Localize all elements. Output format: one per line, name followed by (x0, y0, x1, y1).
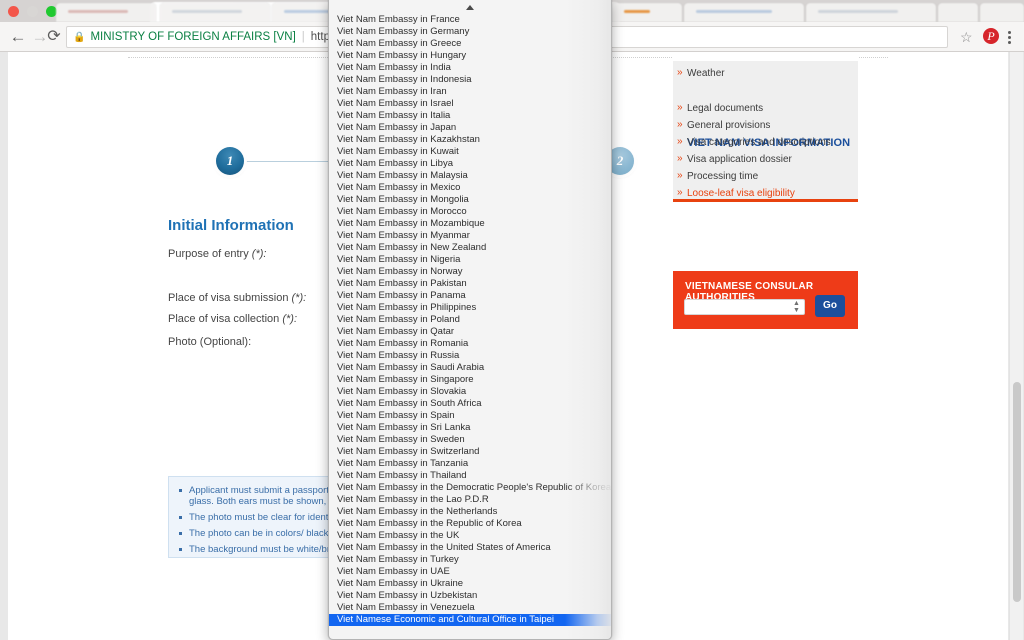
dropdown-option[interactable]: Viet Nam Embassy in Singapore (329, 374, 611, 386)
browser-tab[interactable] (684, 3, 804, 22)
label-photo-optional: Photo (Optional): (168, 336, 252, 348)
consular-authorities-box: VIETNAMESE CONSULAR AUTHORITIES ▲ ▼ Go (673, 271, 858, 329)
pinterest-extension-icon[interactable]: P (983, 28, 999, 44)
dropdown-option[interactable]: Viet Nam Embassy in Israel (329, 98, 611, 110)
dropdown-option[interactable]: Viet Nam Embassy in Iran (329, 86, 611, 98)
dropdown-option[interactable]: Viet Nam Embassy in Romania (329, 338, 611, 350)
secure-site-name: MINISTRY OF FOREIGN AFFAIRS [VN] (90, 31, 296, 43)
dropdown-option[interactable]: Viet Nam Embassy in Thailand (329, 470, 611, 482)
sidebar-item-loose-leaf-visa-eligibility[interactable]: Loose-leaf visa eligibility (677, 187, 795, 199)
browser-tab[interactable] (612, 3, 682, 22)
dropdown-option[interactable]: Viet Nam Embassy in Indonesia (329, 74, 611, 86)
dropdown-option[interactable]: Viet Nam Embassy in Mozambique (329, 218, 611, 230)
dropdown-option[interactable]: Viet Nam Embassy in Philippines (329, 302, 611, 314)
back-icon[interactable]: ← (8, 27, 28, 47)
sidebar-item-processing-time[interactable]: Processing time (677, 170, 758, 182)
dropdown-option[interactable]: Viet Nam Embassy in Japan (329, 122, 611, 134)
sidebar-item-visa-categories[interactable]: Visa categories and descriptions (677, 136, 831, 148)
dropdown-option[interactable]: Viet Nam Embassy in France (329, 14, 611, 26)
dropdown-option[interactable]: Viet Nam Embassy in New Zealand (329, 242, 611, 254)
minimize-window-button[interactable] (27, 6, 38, 17)
dropdown-option[interactable]: Viet Nam Embassy in Pakistan (329, 278, 611, 290)
page-title: Initial Information (168, 217, 294, 234)
dropdown-option[interactable]: Viet Nam Embassy in South Africa (329, 398, 611, 410)
dropdown-option[interactable]: Viet Nam Embassy in India (329, 62, 611, 74)
sidebar-panel: Culture and traditions Weather VIET NAM … (673, 52, 858, 202)
new-tab-button[interactable] (938, 3, 978, 22)
dropdown-option[interactable]: Viet Nam Embassy in Poland (329, 314, 611, 326)
dropdown-option[interactable]: Viet Nam Embassy in Ukraine (329, 578, 611, 590)
window-traffic-lights[interactable] (8, 6, 57, 17)
scroll-up-triangle-icon (466, 5, 474, 10)
dropdown-option[interactable]: Viet Nam Embassy in Kuwait (329, 146, 611, 158)
consular-authority-select[interactable]: ▲ ▼ (684, 299, 805, 315)
dropdown-option[interactable]: Viet Nam Embassy in Libya (329, 158, 611, 170)
browser-tab[interactable] (56, 3, 156, 22)
dropdown-scroll-up-button[interactable] (329, 0, 611, 14)
omnibox-divider: | (301, 31, 305, 43)
browser-tab[interactable] (160, 3, 270, 22)
dropdown-option[interactable]: Viet Nam Embassy in Norway (329, 266, 611, 278)
dropdown-option[interactable]: Viet Nam Embassy in Malaysia (329, 170, 611, 182)
dropdown-option[interactable]: Viet Nam Embassy in Qatar (329, 326, 611, 338)
dropdown-option[interactable]: Viet Nam Embassy in Sri Lanka (329, 422, 611, 434)
dropdown-option[interactable]: Viet Nam Embassy in UAE (329, 566, 611, 578)
dropdown-option[interactable]: Viet Nam Embassy in Sweden (329, 434, 611, 446)
place-of-visa-submission-dropdown[interactable]: Viet Nam Embassy in France Viet Nam Embas… (328, 0, 612, 640)
scrollbar-thumb[interactable] (1013, 382, 1021, 602)
dropdown-option[interactable]: Viet Nam Embassy in the Lao P.D.R (329, 494, 611, 506)
sidebar-item-general-provisions[interactable]: General provisions (677, 119, 770, 131)
dropdown-option[interactable]: Viet Nam Embassy in Uzbekistan (329, 590, 611, 602)
dropdown-option[interactable]: Viet Nam Embassy in Mongolia (329, 194, 611, 206)
dropdown-option[interactable]: Viet Nam Embassy in the Netherlands (329, 506, 611, 518)
dropdown-option[interactable]: Viet Nam Embassy in Myanmar (329, 230, 611, 242)
browser-tab-active[interactable] (806, 3, 936, 22)
dropdown-option[interactable]: Viet Nam Embassy in Venezuela (329, 602, 611, 614)
sidebar-item-legal-documents[interactable]: Legal documents (677, 102, 763, 114)
dropdown-option[interactable]: Viet Nam Embassy in Germany (329, 26, 611, 38)
dropdown-option[interactable]: Viet Nam Embassy in the Republic of Kore… (329, 518, 611, 530)
dropdown-option[interactable]: Viet Nam Embassy in Nigeria (329, 254, 611, 266)
dropdown-option[interactable]: Viet Nam Embassy in Panama (329, 290, 611, 302)
dropdown-option[interactable]: Viet Nam Embassy in the UK (329, 530, 611, 542)
dropdown-option[interactable]: Viet Nam Embassy in Mexico (329, 182, 611, 194)
dropdown-option[interactable]: Viet Nam Embassy in Hungary (329, 50, 611, 62)
page-gutter-left (0, 52, 8, 640)
dropdown-option[interactable]: Viet Nam Embassy in Saudi Arabia (329, 362, 611, 374)
dropdown-option[interactable]: Viet Nam Embassy in Spain (329, 410, 611, 422)
dropdown-option[interactable]: Viet Nam Embassy in Russia (329, 350, 611, 362)
lock-icon: 🔒 (73, 31, 86, 43)
chevron-updown-icon: ▲ ▼ (793, 300, 800, 314)
sidebar-item-weather[interactable]: Weather (677, 67, 725, 79)
label-place-of-visa-collection: Place of visa collection (*): (168, 313, 298, 325)
reload-icon[interactable]: ⟳ (44, 27, 64, 47)
dropdown-option[interactable]: Viet Nam Embassy in Greece (329, 38, 611, 50)
dropdown-option[interactable]: Viet Nam Embassy in Slovakia (329, 386, 611, 398)
dropdown-option[interactable]: Viet Nam Embassy in Italia (329, 110, 611, 122)
browser-window: ← → ⟳ 🔒 MINISTRY OF FOREIGN AFFAIRS [VN]… (0, 0, 1024, 640)
dropdown-option[interactable]: Viet Nam Embassy in the United States of… (329, 542, 611, 554)
browser-tab[interactable] (980, 3, 1024, 22)
dropdown-option[interactable]: Viet Nam Embassy in the Democratic Peopl… (329, 482, 611, 494)
dropdown-option-list[interactable]: Viet Nam Embassy in France Viet Nam Embas… (329, 14, 611, 626)
sidebar-top-mask (673, 52, 858, 61)
bookmark-star-icon[interactable]: ☆ (960, 29, 973, 46)
consular-go-button[interactable]: Go (815, 295, 845, 317)
page-vertical-scrollbar[interactable] (1009, 52, 1023, 640)
label-place-of-visa-submission: Place of visa submission (*): (168, 292, 307, 304)
kebab-menu-icon[interactable] (1008, 29, 1012, 46)
step-indicator-1[interactable]: 1 (216, 147, 244, 175)
dropdown-option[interactable]: Viet Nam Embassy in Switzerland (329, 446, 611, 458)
close-window-button[interactable] (8, 6, 19, 17)
sidebar-item-visa-application-dossier[interactable]: Visa application dossier (677, 153, 792, 165)
dropdown-option[interactable]: Viet Namese Economic and Cultural Office… (329, 614, 611, 626)
dropdown-option[interactable]: Viet Nam Embassy in Tanzania (329, 458, 611, 470)
dropdown-option[interactable]: Viet Nam Embassy in Kazakhstan (329, 134, 611, 146)
label-purpose-of-entry: Purpose of entry (*): (168, 248, 267, 260)
dropdown-option[interactable]: Viet Nam Embassy in Morocco (329, 206, 611, 218)
dropdown-option[interactable]: Viet Nam Embassy in Turkey (329, 554, 611, 566)
